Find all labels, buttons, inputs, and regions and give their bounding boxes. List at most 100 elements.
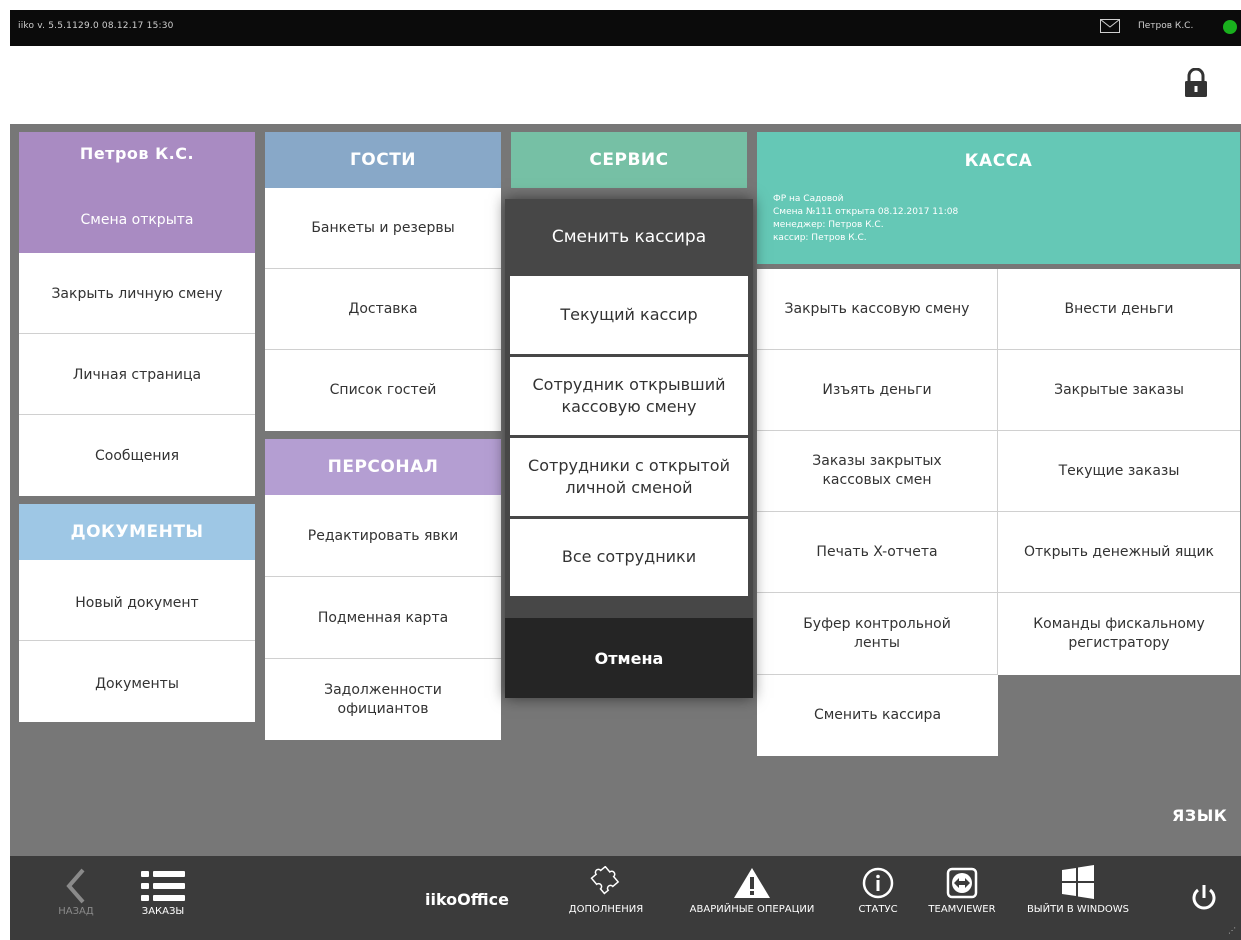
manager-label: менеджер: Петров К.С.	[773, 220, 884, 231]
close-cash-shift-button[interactable]: Закрыть кассовую смену	[757, 269, 998, 350]
shift-status-button[interactable]: Смена открыта	[19, 188, 255, 253]
resize-grip-icon[interactable]: ⋰	[1228, 926, 1236, 935]
documents-button[interactable]: Документы	[19, 641, 255, 722]
exit-windows-label: ВЫЙТИ В WINDOWS	[1026, 904, 1130, 915]
new-document-button[interactable]: Новый документ	[19, 560, 255, 641]
deposit-money-button[interactable]: Внести деньги	[998, 269, 1240, 350]
teamviewer-icon	[946, 867, 978, 899]
shift-opener-option[interactable]: Сотрудник открывший кассовую смену	[510, 357, 748, 435]
button-label: Доставка	[348, 300, 418, 317]
current-orders-button[interactable]: Текущие заказы	[998, 431, 1240, 512]
teamviewer-button[interactable]: TEAMVIEWER	[922, 866, 1002, 915]
lock-icon[interactable]	[1183, 68, 1209, 98]
button-label: Буфер контрольной ленты	[803, 615, 951, 651]
orders-label: ЗАКАЗЫ	[141, 906, 185, 917]
change-cashier-button[interactable]: Сменить кассира	[757, 675, 998, 756]
waiter-debts-button[interactable]: Задолженности официантов	[265, 659, 501, 740]
withdraw-money-button[interactable]: Изъять деньги	[757, 350, 998, 431]
windows-icon	[1062, 865, 1094, 899]
button-label: Печать X-отчета	[816, 543, 938, 560]
messages-button[interactable]: Сообщения	[19, 415, 255, 496]
addons-label: ДОПОЛНЕНИЯ	[568, 904, 644, 915]
service-header: СЕРВИС	[511, 132, 747, 188]
current-cashier-option[interactable]: Текущий кассир	[510, 276, 748, 354]
edit-attendance-button[interactable]: Редактировать явки	[265, 495, 501, 577]
button-label: Новый документ	[75, 595, 199, 611]
dialog-title: Сменить кассира	[551, 227, 707, 247]
status-indicator-icon	[1223, 20, 1237, 34]
all-employees-option[interactable]: Все сотрудники	[510, 519, 748, 596]
button-label: Подменная карта	[317, 610, 449, 626]
option-label: Сотрудник открывший кассовую смену	[532, 374, 726, 416]
power-icon	[1192, 885, 1216, 910]
service-title: СЕРВИС	[589, 150, 669, 170]
button-label: Банкеты и резервы	[311, 219, 455, 236]
emergency-label: АВАРИЙНЫЕ ОПЕРАЦИИ	[689, 904, 815, 915]
closed-shift-orders-button[interactable]: Заказы закрытых кассовых смен	[757, 431, 998, 512]
button-label: Закрыть личную смену	[51, 286, 223, 302]
control-tape-buffer-button[interactable]: Буфер контрольной ленты	[757, 593, 998, 675]
orders-button[interactable]: ЗАКАЗЫ	[128, 866, 198, 917]
back-button[interactable]: НАЗАД	[46, 866, 106, 917]
teamviewer-label: TEAMVIEWER	[928, 904, 996, 915]
puzzle-icon	[590, 866, 620, 895]
button-label: Задолженности официантов	[324, 681, 442, 717]
warning-icon	[734, 868, 770, 898]
banquets-button[interactable]: Банкеты и резервы	[265, 188, 501, 269]
button-label: Список гостей	[329, 382, 437, 399]
title-bar: iiko v. 5.5.1129.0 08.12.17 15:30 Петров…	[10, 10, 1241, 46]
option-label: Все сотрудники	[561, 547, 697, 567]
list-icon	[141, 871, 185, 901]
open-shift-employees-option[interactable]: Сотрудники с открытой личной сменой	[510, 438, 748, 516]
personal-page-button[interactable]: Личная страница	[19, 334, 255, 415]
button-label: Внести деньги	[1064, 300, 1174, 317]
language-button[interactable]: ЯЗЫК	[1172, 806, 1227, 825]
fiscal-commands-button[interactable]: Команды фискальному регистратору	[998, 593, 1240, 675]
kassa-title: КАССА	[964, 150, 1033, 171]
back-label: НАЗАД	[58, 906, 94, 917]
button-label: Закрыть кассовую смену	[784, 300, 970, 317]
button-label: Изъять деньги	[822, 381, 932, 398]
power-button[interactable]	[1186, 882, 1222, 914]
option-label: Сотрудники с открытой личной сменой	[528, 455, 730, 497]
button-label: Сообщения	[94, 448, 179, 464]
guests-title: ГОСТИ	[349, 150, 417, 170]
substitute-card-button[interactable]: Подменная карта	[265, 577, 501, 659]
cancel-label: Отмена	[594, 648, 664, 668]
cancel-button[interactable]: Отмена	[505, 618, 753, 698]
open-cash-drawer-button[interactable]: Открыть денежный ящик	[998, 512, 1240, 593]
button-label: Сменить кассира	[813, 707, 942, 724]
kassa-info: ФР на Садовой Смена №111 открыта 08.12.2…	[757, 189, 1240, 264]
closed-orders-button[interactable]: Закрытые заказы	[998, 350, 1240, 431]
print-x-report-button[interactable]: Печать X-отчета	[757, 512, 998, 593]
fiscal-register-label: ФР на Садовой	[773, 194, 844, 204]
button-label: Команды фискальному регистратору	[1033, 616, 1205, 651]
current-user-label: Петров К.С.	[1138, 21, 1194, 31]
brand-logo: iikoOffice	[425, 890, 509, 909]
emergency-operations-button[interactable]: АВАРИЙНЫЕ ОПЕРАЦИИ	[672, 866, 832, 915]
exit-windows-button[interactable]: ВЫЙТИ В WINDOWS	[1018, 864, 1138, 915]
shift-info-label: Смена №111 открыта 08.12.2017 11:08	[773, 207, 959, 218]
mail-icon[interactable]	[1100, 19, 1120, 33]
button-label: Личная страница	[72, 367, 202, 383]
shift-status-label: Смена открыта	[80, 212, 194, 229]
version-label: iiko v. 5.5.1129.0 08.12.17 15:30	[18, 21, 174, 31]
addons-button[interactable]: ДОПОЛНЕНИЯ	[556, 866, 656, 915]
status-button[interactable]: СТАТУС	[848, 866, 908, 915]
button-label: Редактировать явки	[307, 528, 459, 544]
chevron-left-icon	[66, 868, 85, 904]
guests-header: ГОСТИ	[265, 132, 501, 188]
status-label: СТАТУС	[858, 904, 898, 915]
close-personal-shift-button[interactable]: Закрыть личную смену	[19, 253, 255, 334]
button-label: Заказы закрытых кассовых смен	[812, 453, 942, 488]
guest-list-button[interactable]: Список гостей	[265, 350, 501, 431]
documents-title: ДОКУМЕНТЫ	[70, 522, 204, 542]
personnel-header: ПЕРСОНАЛ	[265, 439, 501, 495]
button-label: Текущие заказы	[1058, 462, 1180, 479]
delivery-button[interactable]: Доставка	[265, 269, 501, 350]
option-label: Текущий кассир	[560, 304, 698, 324]
button-label: Открыть денежный ящик	[1023, 543, 1215, 560]
kassa-header: КАССА	[757, 132, 1240, 189]
button-label: Закрытые заказы	[1054, 381, 1184, 398]
profile-header: Петров К.С.	[19, 132, 255, 188]
